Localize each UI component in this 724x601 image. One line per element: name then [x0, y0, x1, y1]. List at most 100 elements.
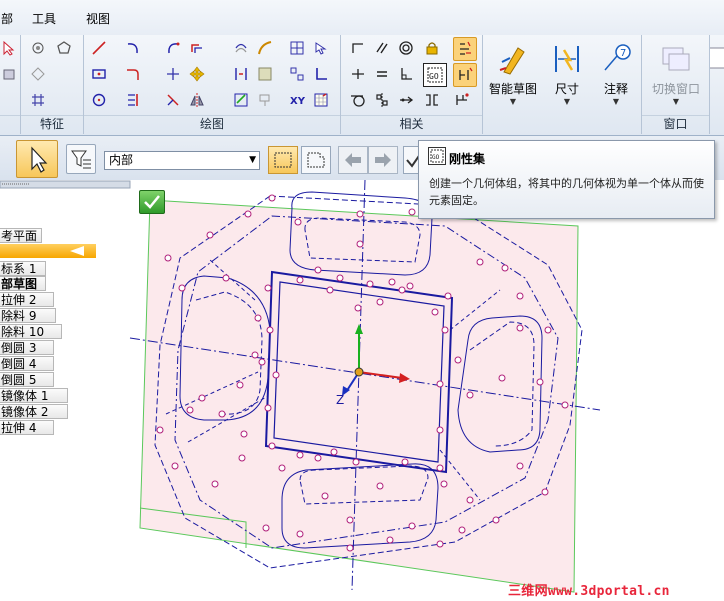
concentric-icon[interactable] [397, 39, 415, 57]
relationship-assistant-icon[interactable] [453, 63, 477, 87]
circle-target-icon[interactable] [29, 39, 47, 57]
fill-region-icon[interactable] [256, 65, 274, 83]
next-button[interactable] [368, 146, 398, 174]
selection-mode-value: 内部 [109, 153, 134, 167]
sketch-view[interactable]: Z [0, 180, 724, 601]
maintain-relationships-icon[interactable] [453, 37, 477, 61]
selection-window-overlap-button[interactable] [301, 146, 331, 174]
part-icon[interactable] [0, 65, 18, 83]
include-icon[interactable] [232, 91, 250, 109]
ribbon: 特征 XY 绘图 GO 相关 智能草图 ▼ 尺寸 ▼ 7 注释 ▼ 切换窗口 ▼… [0, 35, 724, 136]
menu-item-view[interactable]: 视图 [86, 10, 110, 27]
corner-icon[interactable] [312, 65, 330, 83]
selection-mode-select[interactable]: 内部 ▼ [104, 151, 260, 170]
rectangle-tool-icon[interactable] [90, 65, 108, 83]
filter-button[interactable] [66, 144, 96, 174]
tooltip-title: 刚性集 [449, 152, 486, 166]
arrow-right-icon [375, 153, 391, 167]
trim-tool-icon[interactable] [124, 91, 142, 109]
ribbon-group-feature: 特征 [21, 35, 84, 134]
close-window-button-partial[interactable] [710, 38, 724, 114]
extend-icon[interactable] [164, 91, 182, 109]
tree-item-base-plane[interactable]: 考平面 [0, 228, 42, 243]
ribbon-group-partial [0, 35, 21, 134]
project-icon[interactable] [256, 91, 274, 109]
fillet-tool-icon[interactable] [124, 65, 142, 83]
lock-icon[interactable] [423, 39, 441, 57]
connect-icon[interactable] [349, 39, 367, 57]
relation-handles-icon[interactable] [453, 91, 471, 109]
tree-rollback-bar[interactable] [0, 244, 96, 258]
polygon-icon[interactable] [55, 39, 73, 57]
group-label-draw: 绘图 [199, 117, 224, 131]
point-tool-icon[interactable] [164, 65, 182, 83]
symmetric-icon[interactable] [373, 91, 391, 109]
watermark: 三维网www.3dportal.cn [508, 584, 670, 599]
dimension-button[interactable]: 尺寸 ▼ [545, 38, 589, 114]
diamond-outline-icon[interactable] [29, 65, 47, 83]
line-tool-icon[interactable] [90, 39, 108, 57]
dimension-icon [555, 46, 579, 72]
menu-item-partial[interactable]: 部 [1, 10, 13, 27]
rigid-set-icon[interactable]: GO [423, 63, 447, 87]
tree-item-mirror-1[interactable]: 镜像体 1 [0, 388, 68, 403]
chevron-down-icon: ▼ [612, 97, 620, 106]
convert-icon[interactable] [232, 39, 250, 57]
annotation-icon: 7 [604, 44, 631, 71]
perpendicular-horizontal-icon[interactable] [349, 65, 367, 83]
perpendicular-icon[interactable] [397, 65, 415, 83]
select-icon[interactable] [0, 39, 18, 57]
grid-snap-icon[interactable] [288, 65, 306, 83]
annotation-button[interactable]: 7 注释 ▼ [594, 38, 638, 114]
svg-text:7: 7 [620, 48, 626, 59]
tree-item-mirror-2[interactable]: 镜像体 2 [0, 404, 68, 419]
tangent-arc-icon[interactable] [164, 39, 182, 57]
move-tool-icon[interactable] [188, 65, 206, 83]
pointer-grid-icon[interactable] [312, 39, 330, 57]
tree-item-protrusion-4[interactable]: 拉伸 4 [0, 420, 54, 435]
offset-icon[interactable] [188, 39, 206, 57]
tree-item-protrusion-2[interactable]: 拉伸 2 [0, 292, 54, 307]
chevron-down-icon: ▼ [249, 155, 256, 165]
tree-item-round-5[interactable]: 倒圆 5 [0, 372, 54, 387]
xy-icon[interactable]: XY [288, 91, 306, 109]
smart-sketch-icon [499, 47, 525, 75]
graphics-window[interactable]: Z [0, 180, 724, 601]
group-label-relate: 相关 [399, 117, 424, 131]
pattern-icon[interactable] [29, 91, 47, 109]
tree-item-coord-system[interactable]: 标系 1 [0, 261, 46, 276]
chevron-down-icon: ▼ [509, 97, 517, 106]
curve-pen-icon[interactable] [256, 39, 274, 57]
tree-item-cutout-9[interactable]: 除料 9 [0, 308, 56, 323]
select-tool-button[interactable] [16, 140, 58, 178]
svg-text:Z: Z [336, 393, 344, 407]
grid-dot-icon[interactable] [288, 39, 306, 57]
chevron-down-icon: ▼ [672, 97, 680, 106]
grid-options-icon[interactable] [312, 91, 330, 109]
finish-sketch-button[interactable] [139, 190, 165, 214]
equal-icon[interactable] [373, 65, 391, 83]
selection-window-inside-button[interactable] [268, 146, 298, 174]
symmetry-axis-icon[interactable] [423, 91, 441, 109]
circle-tool-icon[interactable] [90, 91, 108, 109]
dimension-label: 尺寸 [554, 82, 579, 96]
windows-icon [662, 47, 690, 71]
overlap-select-icon [307, 152, 325, 168]
rigid-set-tooltip: GO 刚性集 创建一个几何体组，将其中的几何体视为单一个体从而使元素固定。 [418, 140, 715, 219]
tree-item-cutout-10[interactable]: 除料 10 [0, 324, 62, 339]
switch-window-button[interactable]: 切换窗口 ▼ [646, 38, 706, 114]
annotation-label: 注释 [603, 82, 628, 96]
tree-item-sketch[interactable]: 部草图 [0, 276, 46, 291]
arc-tool-icon[interactable] [124, 39, 142, 57]
collinear-icon[interactable] [397, 91, 415, 109]
tree-item-round-3[interactable]: 倒圆 3 [0, 340, 54, 355]
parallel-icon[interactable] [373, 39, 391, 57]
menu-item-tools[interactable]: 工具 [32, 10, 56, 27]
previous-button[interactable] [338, 146, 368, 174]
mirror-tool-icon[interactable] [188, 91, 206, 109]
tree-item-round-4[interactable]: 倒圆 4 [0, 356, 54, 371]
smart-sketch-button[interactable]: 智能草图 ▼ [484, 38, 542, 114]
group-label-window: 窗口 [663, 117, 688, 131]
tangent-icon[interactable] [349, 91, 367, 109]
distribute-icon[interactable] [232, 65, 250, 83]
